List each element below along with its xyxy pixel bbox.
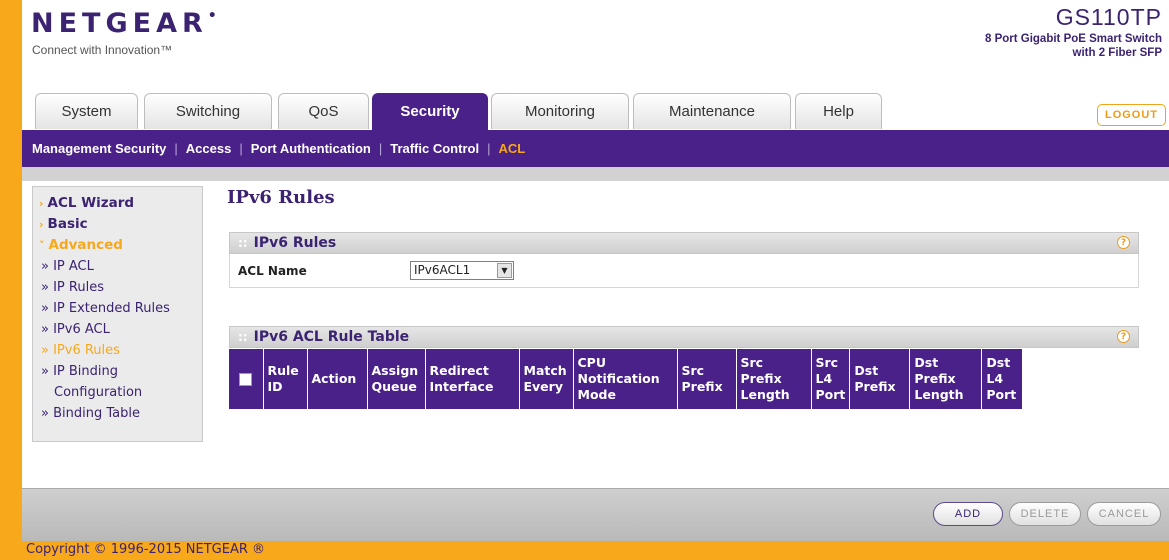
- table-header-row: Rule ID Action Assign Queue Redirect Interf…: [229, 349, 1022, 409]
- tab-monitoring[interactable]: Monitoring: [491, 93, 629, 129]
- logo-text: NETGEAR: [31, 8, 208, 39]
- column-header-rule-id: Rule ID: [263, 349, 308, 409]
- sidebar-item-label: ACL Wizard: [47, 195, 135, 211]
- section-header-ipv6-rules: :: IPv6 Rules ?: [229, 232, 1139, 254]
- column-header-cpu-notification-mode: CPU Notification Mode: [573, 349, 678, 409]
- section-title: IPv6 ACL Rule Table: [253, 329, 410, 345]
- subnav-acl[interactable]: ACL: [498, 141, 525, 156]
- column-header-action: Action: [307, 349, 368, 409]
- subnav-management-security[interactable]: Management Security: [32, 141, 166, 156]
- column-header-dst-l4-port: Dst L4 Port: [981, 349, 1022, 409]
- column-header-dst-prefix-length: Dst Prefix Length: [909, 349, 983, 409]
- tab-switching[interactable]: Switching: [144, 93, 272, 129]
- product-description: 8 Port Gigabit PoE Smart Switch with 2 F…: [922, 32, 1162, 60]
- sidebar-subitem-ip-binding[interactable]: » IP Binding: [33, 361, 202, 382]
- chevron-right-icon: ›: [39, 218, 44, 231]
- logout-button[interactable]: LOGOUT: [1097, 104, 1166, 126]
- tagline: Connect with Innovation™: [32, 43, 173, 57]
- sidebar-item-basic[interactable]: › Basic: [33, 214, 202, 235]
- tab-help[interactable]: Help: [795, 93, 882, 129]
- sidebar-subitem-ip-rules[interactable]: » IP Rules: [33, 277, 202, 298]
- select-all-header: [229, 349, 264, 409]
- acl-name-label: ACL Name: [238, 264, 307, 278]
- product-desc-line1: 8 Port Gigabit PoE Smart Switch: [984, 33, 1162, 45]
- grip-icon: ::: [238, 330, 248, 344]
- column-header-match-every: Match Every: [519, 349, 574, 409]
- delete-button[interactable]: DELETE: [1009, 502, 1081, 526]
- acl-name-select[interactable]: IPv6ACL1 ▼: [410, 261, 514, 280]
- subnav-divider: [22, 167, 1169, 181]
- rule-table: Rule ID Action Assign Queue Redirect Interf…: [229, 349, 1022, 409]
- dropdown-arrow-icon[interactable]: ▼: [497, 263, 512, 278]
- product-desc-line2: with 2 Fiber SFP: [1072, 47, 1162, 59]
- copyright-text: Copyright © 1996-2015 NETGEAR ®: [26, 542, 266, 557]
- subnav-separator: |: [487, 141, 491, 156]
- tab-qos[interactable]: QoS: [278, 93, 369, 129]
- sidebar-item-label: Basic: [47, 216, 88, 232]
- column-header-assign-queue: Assign Queue: [367, 349, 426, 409]
- page-frame: NETGEAR• Connect with Innovation™ GS110T…: [22, 0, 1169, 541]
- subnav-separator: |: [239, 141, 243, 156]
- chevron-right-icon: ›: [39, 197, 44, 210]
- tab-maintenance[interactable]: Maintenance: [633, 93, 791, 129]
- sidebar-item-acl-wizard[interactable]: › ACL Wizard: [33, 193, 202, 214]
- logo-mark-icon: •: [207, 8, 217, 24]
- product-name: GS110TP: [1055, 4, 1162, 30]
- column-header-dst-prefix: Dst Prefix: [849, 349, 911, 409]
- subnav-access[interactable]: Access: [186, 141, 232, 156]
- column-header-redirect-interface: Redirect Interface: [425, 349, 520, 409]
- tab-security[interactable]: Security: [372, 93, 488, 130]
- grip-icon: ::: [238, 236, 248, 250]
- subnav-traffic-control[interactable]: Traffic Control: [390, 141, 479, 156]
- tab-system[interactable]: System: [35, 93, 138, 129]
- sidebar-subitem-binding-table[interactable]: » Binding Table: [33, 403, 202, 424]
- sidebar-item-advanced[interactable]: ˅ Advanced: [33, 235, 202, 256]
- sidebar-item-label: Advanced: [48, 237, 123, 253]
- section-header-rule-table: :: IPv6 ACL Rule Table ?: [229, 326, 1139, 348]
- sidebar-subitem-ip-extended-rules[interactable]: » IP Extended Rules: [33, 298, 202, 319]
- column-header-src-prefix: Src Prefix: [677, 349, 737, 409]
- help-icon[interactable]: ?: [1117, 236, 1130, 249]
- add-button[interactable]: ADD: [933, 502, 1003, 526]
- help-icon[interactable]: ?: [1117, 330, 1130, 343]
- select-all-checkbox[interactable]: [239, 373, 253, 386]
- sidebar-subitem-ip-acl[interactable]: » IP ACL: [33, 256, 202, 277]
- page-title: IPv6 Rules: [227, 187, 335, 208]
- sidebar-subitem-ipv6-rules[interactable]: » IPv6 Rules: [33, 340, 202, 361]
- sub-navigation: Management Security | Access | Port Authenti…: [22, 130, 1169, 167]
- section-title: IPv6 Rules: [253, 235, 337, 251]
- column-header-src-prefix-length: Src Prefix Length: [736, 349, 812, 409]
- chevron-down-icon: ˅: [39, 239, 45, 252]
- subnav-separator: |: [174, 141, 178, 156]
- subnav-port-authentication[interactable]: Port Authentication: [251, 141, 371, 156]
- cancel-button[interactable]: CANCEL: [1087, 502, 1161, 526]
- netgear-logo: NETGEAR•: [31, 8, 217, 39]
- acl-name-value: IPv6ACL1: [414, 263, 471, 277]
- sidebar-subitem-ipv6-acl[interactable]: » IPv6 ACL: [33, 319, 202, 340]
- sidebar: › ACL Wizard › Basic ˅ Advanced » IP ACL » …: [32, 186, 203, 442]
- column-header-src-l4-port: Src L4 Port: [811, 349, 851, 409]
- acl-name-row: ACL Name IPv6ACL1 ▼: [229, 254, 1139, 288]
- sidebar-subitem-ip-binding-cont[interactable]: Configuration: [33, 382, 202, 403]
- subnav-separator: |: [378, 141, 383, 156]
